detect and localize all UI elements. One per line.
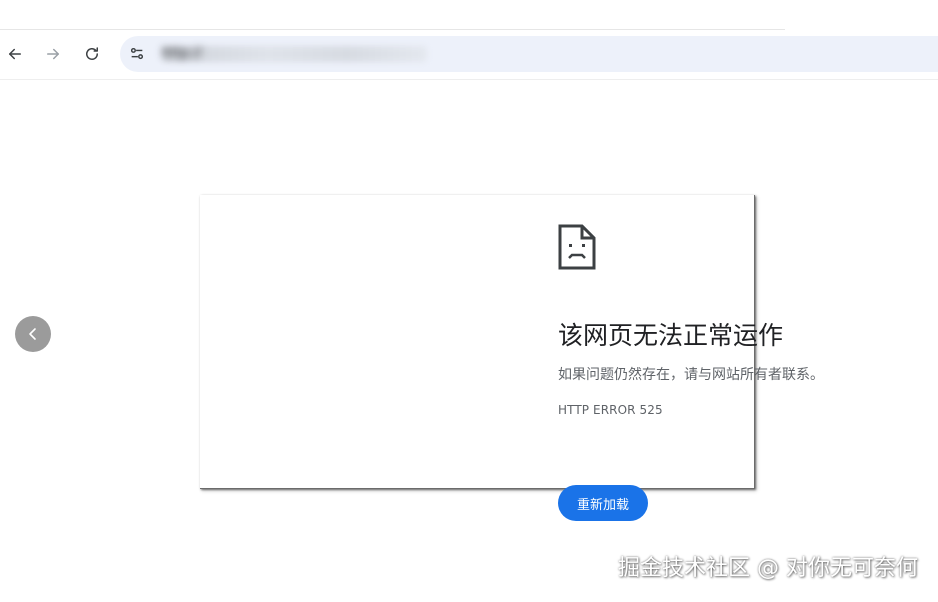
reload-page-button[interactable]: 重新加载 xyxy=(558,485,648,521)
reload-button[interactable] xyxy=(80,42,104,66)
page: http:// 该网页无法正常运作 如果问题仍然存在，请与网站所有者联系。 HT… xyxy=(0,0,938,602)
reload-icon xyxy=(86,47,98,60)
toolbar-divider xyxy=(0,79,938,80)
error-subtitle: 如果问题仍然存在，请与网站所有者联系。 xyxy=(558,367,824,383)
carousel-prev-button[interactable] xyxy=(15,316,51,352)
sad-document-icon xyxy=(558,224,596,270)
arrow-right-icon xyxy=(47,48,59,60)
browser-toolbar: http:// xyxy=(0,30,938,80)
error-title: 该网页无法正常运作 xyxy=(558,321,784,350)
back-button[interactable] xyxy=(3,42,27,66)
arrow-left-icon xyxy=(9,48,21,60)
error-code: HTTP ERROR 525 xyxy=(558,403,663,417)
url-text[interactable]: http:// xyxy=(162,45,432,63)
forward-button[interactable] xyxy=(41,42,65,66)
chevron-left-icon xyxy=(29,328,36,340)
error-content: 该网页无法正常运作 如果问题仍然存在，请与网站所有者联系。 HTTP ERROR… xyxy=(558,224,918,418)
watermark: 掘金技术社区 @ 对你无可奈何 xyxy=(618,556,918,581)
address-bar[interactable]: http:// xyxy=(120,36,938,72)
tune-icon[interactable] xyxy=(128,45,146,63)
